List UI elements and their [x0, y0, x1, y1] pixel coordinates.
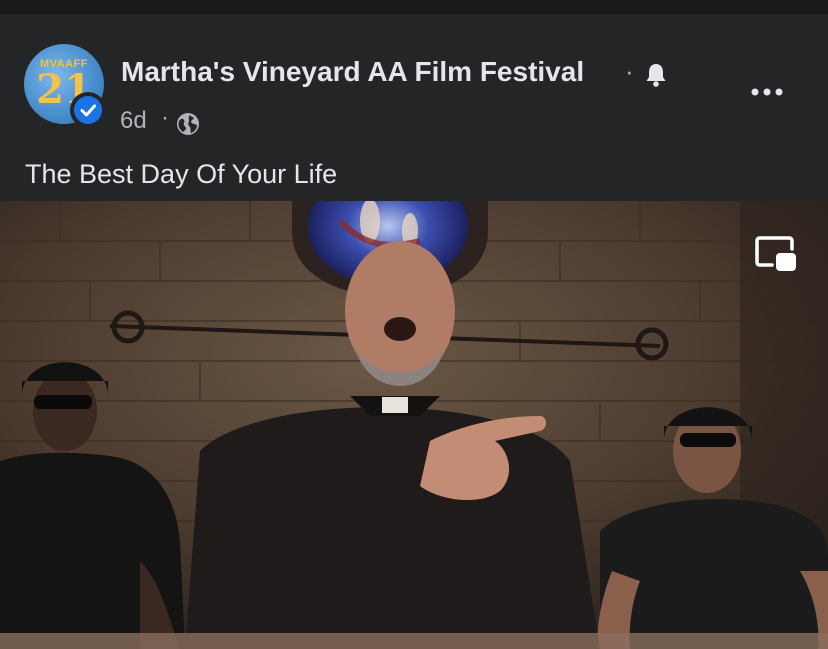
- video-frame: [0, 201, 828, 649]
- globe-icon: [176, 112, 200, 136]
- name-separator: ·: [625, 56, 634, 86]
- post-timestamp[interactable]: 6d: [120, 107, 147, 135]
- picture-in-picture-icon[interactable]: [754, 235, 798, 275]
- post-caption: The Best Day Of Your Life: [25, 159, 338, 189]
- bell-icon[interactable]: [644, 62, 668, 88]
- video-player[interactable]: [0, 201, 828, 649]
- top-strip: [0, 0, 828, 14]
- time-separator: ·: [161, 104, 169, 131]
- more-options-icon[interactable]: [747, 82, 787, 102]
- verified-check-icon: [70, 92, 106, 128]
- page-name-link[interactable]: Martha's Vineyard AA Film Festival: [121, 56, 584, 88]
- post-header: MVAAFF 21 Martha's Vineyard AA Film Fest…: [0, 14, 828, 201]
